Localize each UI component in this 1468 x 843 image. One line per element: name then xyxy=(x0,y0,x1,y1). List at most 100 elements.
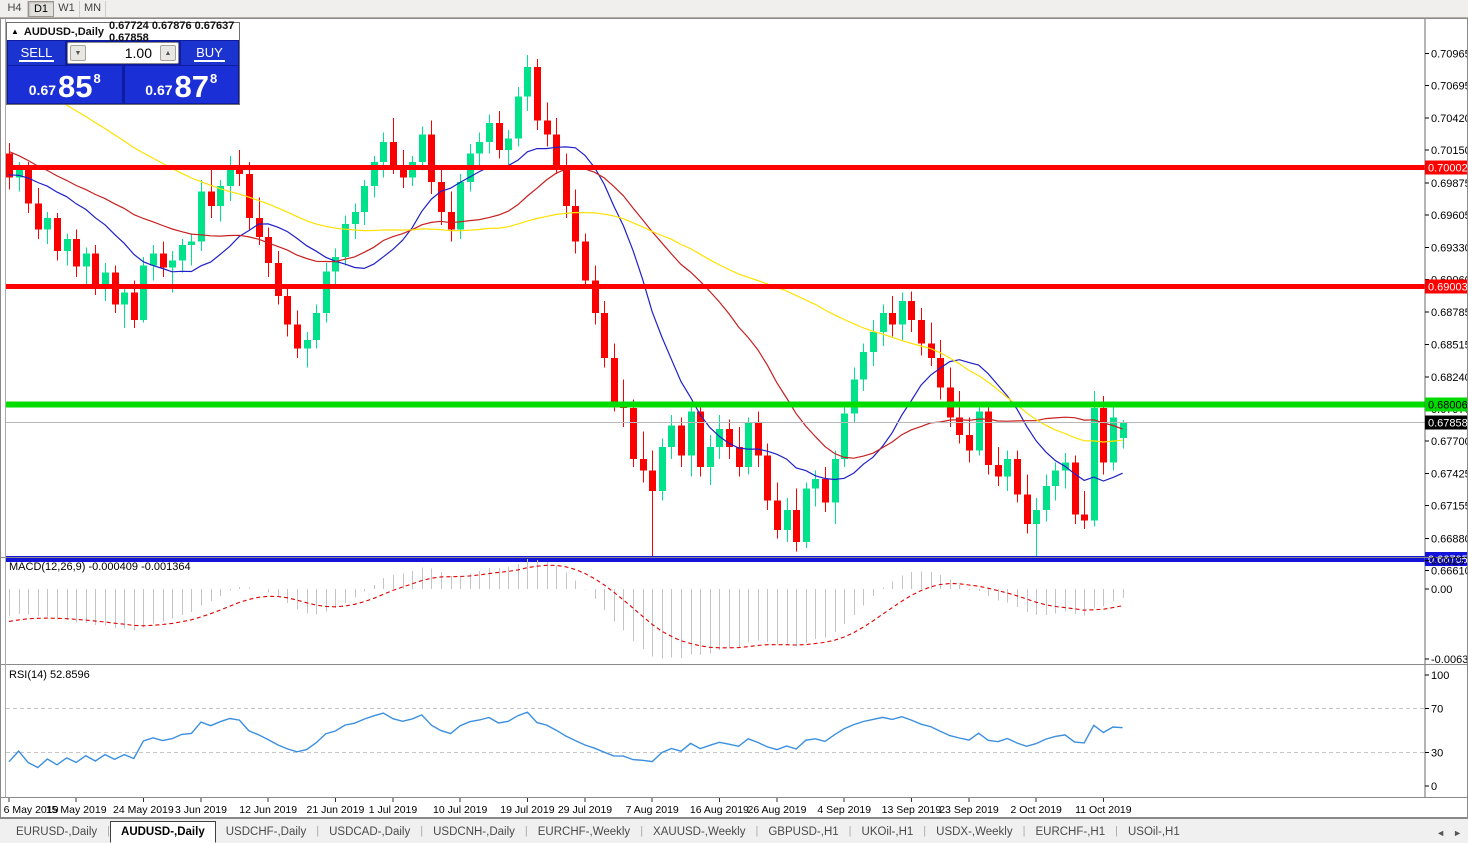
svg-text:0.67155: 0.67155 xyxy=(1431,501,1467,513)
level-line-0.70002 xyxy=(6,165,1425,171)
svg-text:0.67858: 0.67858 xyxy=(1428,417,1467,429)
date-label: 23 Sep 2019 xyxy=(939,804,999,816)
svg-text:0.70965: 0.70965 xyxy=(1431,48,1467,60)
svg-text:0.68006: 0.68006 xyxy=(1428,400,1467,412)
sma-50-line xyxy=(8,73,1123,443)
volume-decrease-button[interactable]: ▼ xyxy=(70,45,86,61)
tab-scroll-arrows: ◄ ► xyxy=(1436,828,1462,838)
date-label: 15 May 2019 xyxy=(46,804,107,816)
tab-xauusd-weekly[interactable]: XAUUSD-,Weekly xyxy=(643,823,755,843)
level-lines-layer xyxy=(6,165,1425,563)
level-line-0.68006 xyxy=(6,401,1425,408)
date-label: 3 Jun 2019 xyxy=(175,804,227,816)
trade-panel: SELL ▼ ▲ BUY 0.67 85 8 0.67 xyxy=(7,40,239,104)
tab-usdcnh-daily[interactable]: USDCNH-,Daily xyxy=(423,823,525,843)
tab-usdx-weekly[interactable]: USDX-,Weekly xyxy=(926,823,1022,843)
date-label: 13 Sep 2019 xyxy=(882,804,942,816)
tab-usoil-h1[interactable]: USOil-,H1 xyxy=(1118,823,1190,843)
svg-text:0.68515: 0.68515 xyxy=(1431,339,1467,351)
tab-scroll-left-icon[interactable]: ◄ xyxy=(1436,828,1445,838)
sell-button[interactable]: SELL xyxy=(8,41,65,65)
buy-price-big: 87 xyxy=(174,69,209,104)
buy-price-tile[interactable]: 0.67 87 8 xyxy=(124,66,238,104)
tab-eurusd-daily[interactable]: EURUSD-,Daily xyxy=(6,823,107,843)
macd-pane: 0.002574 0.00 -0.006326 xyxy=(8,555,1467,666)
rsi-indicator-label: RSI(14) 52.8596 xyxy=(9,669,90,681)
rsi-pane: 100 70 30 0 xyxy=(6,670,1449,793)
volume-increase-button[interactable]: ▲ xyxy=(160,45,176,61)
sell-price-big: 85 xyxy=(58,69,93,104)
timeframe-toolbar: H4 D1 W1 MN xyxy=(0,0,1468,18)
svg-text:100: 100 xyxy=(1431,670,1449,682)
timeframe-button-d1[interactable]: D1 xyxy=(28,0,54,17)
chart-tabbar: EURUSD-,Daily | AUDUSD-,Daily USDCHF-,Daily… xyxy=(0,818,1468,843)
date-axis: 6 May 201915 May 2019 24 May 2019 3 Jun 20… xyxy=(4,798,1132,816)
buy-price-pip: 8 xyxy=(210,71,218,86)
sell-price-tile[interactable]: 0.67 85 8 xyxy=(8,66,122,103)
svg-text:0.002574: 0.002574 xyxy=(1431,555,1467,567)
tab-audusd-daily[interactable]: AUDUSD-,Daily xyxy=(110,821,216,843)
date-label: 21 Jun 2019 xyxy=(306,804,364,816)
chart-canvas[interactable]: 0.70965 0.70695 0.70420 0.70150 0.69875 0.696… xyxy=(1,19,1467,817)
rsi-line xyxy=(8,711,1123,769)
svg-text:70: 70 xyxy=(1431,703,1443,715)
date-label: 7 Aug 2019 xyxy=(626,804,679,816)
svg-text:0.66880: 0.66880 xyxy=(1431,533,1467,545)
date-label: 2 Oct 2019 xyxy=(1011,804,1063,816)
tab-ukoil-h1[interactable]: UKOil-,H1 xyxy=(852,823,924,843)
svg-text:0.00: 0.00 xyxy=(1431,584,1452,596)
volume-control: ▼ ▲ xyxy=(67,42,179,64)
date-label: 16 Aug 2019 xyxy=(690,804,749,816)
svg-text:30: 30 xyxy=(1431,748,1443,760)
svg-text:0: 0 xyxy=(1431,781,1437,793)
chart-window: 0.70965 0.70695 0.70420 0.70150 0.69875 0.696… xyxy=(0,18,1468,818)
chart-symbol-period: AUDUSD-,Daily xyxy=(23,25,104,38)
date-label: 12 Jun 2019 xyxy=(239,804,297,816)
buy-price-prefix: 0.67 xyxy=(145,82,173,98)
svg-text:0.67425: 0.67425 xyxy=(1431,469,1467,481)
svg-text:0.70695: 0.70695 xyxy=(1431,80,1467,92)
timeframe-button-mn[interactable]: MN xyxy=(80,0,107,17)
date-label: 10 Jul 2019 xyxy=(433,804,487,816)
tab-scroll-right-icon[interactable]: ► xyxy=(1453,828,1462,838)
date-label: 1 Jul 2019 xyxy=(369,804,418,816)
candles-layer xyxy=(6,55,1127,560)
sell-price-prefix: 0.67 xyxy=(28,82,57,98)
tab-eurchf-weekly[interactable]: EURCHF-,Weekly xyxy=(528,823,640,843)
tab-gbpusd-h1[interactable]: GBPUSD-,H1 xyxy=(758,823,848,843)
date-label: 4 Sep 2019 xyxy=(817,804,871,816)
chart-title: ▲ AUDUSD-,Daily 0.67724 0.67876 0.67637 … xyxy=(7,20,239,44)
macd-indicator-label: MACD(12,26,9) -0.000409 -0.001364 xyxy=(9,561,191,573)
timeframe-button-h4[interactable]: H4 xyxy=(2,0,28,17)
collapse-icon[interactable]: ▲ xyxy=(11,27,19,36)
buy-button[interactable]: BUY xyxy=(181,41,238,65)
svg-text:-0.006326: -0.006326 xyxy=(1431,654,1467,666)
svg-text:0.69003: 0.69003 xyxy=(1428,281,1467,293)
svg-text:0.69875: 0.69875 xyxy=(1431,178,1467,190)
svg-text:0.69330: 0.69330 xyxy=(1431,243,1467,255)
svg-text:0.70420: 0.70420 xyxy=(1431,113,1467,125)
moving-averages-layer xyxy=(8,73,1123,482)
svg-text:0.68785: 0.68785 xyxy=(1431,307,1467,319)
date-label: 11 Oct 2019 xyxy=(1075,804,1132,816)
sell-price-pip: 8 xyxy=(93,71,101,86)
date-label: 29 Jul 2019 xyxy=(558,804,612,816)
date-label: 19 Jul 2019 xyxy=(500,804,554,816)
chart-ohlc-values: 0.67724 0.67876 0.67637 0.67858 xyxy=(109,19,235,44)
trading-platform: H4 D1 W1 MN 0.70965 0.70695 0.70420 0.70150… xyxy=(0,0,1468,843)
date-label: 24 May 2019 xyxy=(113,804,174,816)
volume-input[interactable] xyxy=(88,44,158,62)
svg-text:0.68240: 0.68240 xyxy=(1431,372,1467,384)
tab-usdcad-daily[interactable]: USDCAD-,Daily xyxy=(319,823,420,843)
svg-text:0.69605: 0.69605 xyxy=(1431,210,1467,222)
tab-usdchf-daily[interactable]: USDCHF-,Daily xyxy=(216,823,317,843)
timeframe-button-w1[interactable]: W1 xyxy=(54,0,80,17)
price-axis: 0.70965 0.70695 0.70420 0.70150 0.69875 0.696… xyxy=(1,19,1467,817)
svg-text:0.67700: 0.67700 xyxy=(1431,436,1467,448)
tab-eurchf-h1[interactable]: EURCHF-,H1 xyxy=(1025,823,1115,843)
date-label: 26 Aug 2019 xyxy=(748,804,807,816)
svg-text:0.70150: 0.70150 xyxy=(1431,145,1467,157)
one-click-trading-widget: ▲ AUDUSD-,Daily 0.67724 0.67876 0.67637 … xyxy=(6,20,240,105)
level-line-0.69003 xyxy=(6,283,1425,289)
svg-text:0.70002: 0.70002 xyxy=(1428,163,1467,175)
